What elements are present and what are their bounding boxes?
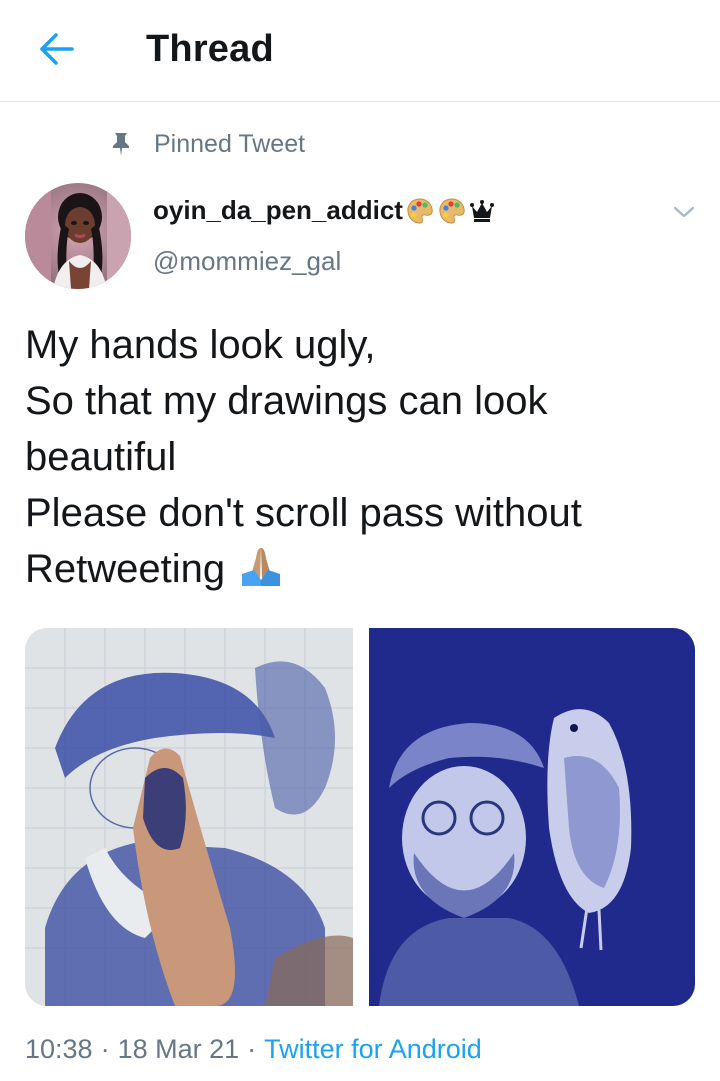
crown-emoji-icon	[469, 199, 494, 222]
tweet-text-line: Please don't scroll pass without	[25, 491, 582, 535]
avatar-image	[25, 183, 131, 289]
separator-dot: ·	[247, 1034, 257, 1064]
top-app-bar: Thread	[0, 0, 720, 102]
tweet-metadata: 10:38 · 18 Mar 21 · Twitter for Android	[25, 1034, 482, 1065]
tweet-date: 18 Mar 21	[117, 1034, 240, 1064]
author-display-name: oyin_da_pen_addict	[153, 195, 403, 225]
arrow-left-icon	[40, 33, 74, 65]
tweet-time: 10:38	[25, 1034, 93, 1064]
tweet-source-link[interactable]: Twitter for Android	[264, 1034, 482, 1065]
palette-emoji-icon	[407, 197, 433, 224]
palette-emoji-icon	[439, 197, 465, 224]
tweet-options-button[interactable]	[664, 194, 704, 230]
praying-hands-emoji-icon	[242, 548, 281, 586]
pin-icon	[113, 133, 129, 156]
tweet-text-line: beautiful	[25, 435, 177, 479]
pinned-tweet-indicator: Pinned Tweet	[110, 128, 305, 160]
finger-over-drawing-image	[25, 628, 353, 1006]
author-handle[interactable]: @mommiez_gal	[153, 246, 341, 277]
tweet-text: My hands look ugly, So that my drawings …	[25, 317, 695, 597]
author-name-row[interactable]: oyin_da_pen_addict	[153, 195, 495, 226]
finished-ballpoint-portrait-image	[369, 628, 695, 1006]
tweet-text-line-last: Retweeting	[25, 541, 695, 597]
pinned-label: Pinned Tweet	[154, 129, 306, 158]
tweet-media-grid	[25, 628, 695, 1006]
tweet-text-line: My hands look ugly,	[25, 323, 376, 367]
page-title: Thread	[146, 28, 274, 70]
tweet-text-line: So that my drawings can look	[25, 379, 548, 423]
tweet-text-line: Retweeting	[25, 547, 226, 591]
finger-over-drawing-photo[interactable]	[25, 628, 353, 1006]
back-button[interactable]	[26, 22, 86, 76]
separator-dot: ·	[100, 1034, 110, 1064]
thread-screen: Thread Pinned Tweet oyin_da_pen_addict @…	[0, 0, 720, 1081]
avatar[interactable]	[25, 183, 131, 289]
chevron-down-icon	[673, 206, 695, 218]
finished-ballpoint-portrait-photo[interactable]	[369, 628, 695, 1006]
